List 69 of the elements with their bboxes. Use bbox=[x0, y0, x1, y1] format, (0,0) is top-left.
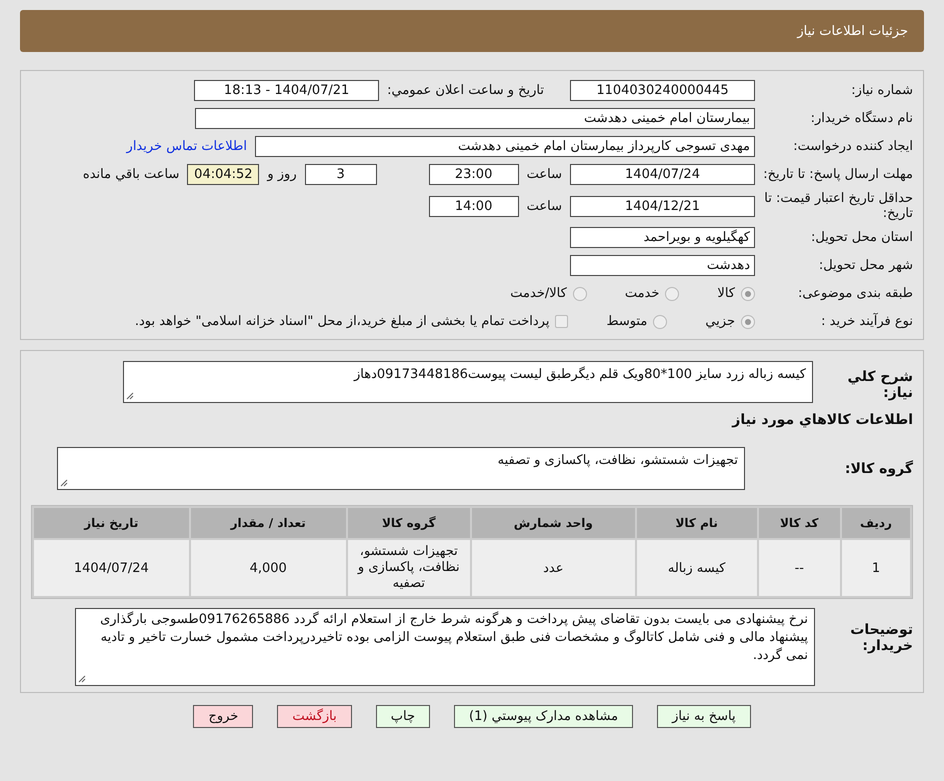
action-button[interactable]: چاپ bbox=[376, 705, 430, 728]
goods-group-field: تجهیزات شستشو، نظافت، پاکسازی و تصفیه bbox=[57, 447, 745, 490]
radio-button[interactable] bbox=[653, 314, 668, 328]
option-label: خدمت bbox=[624, 286, 660, 301]
field-label: طبقه بندی موضوعی: bbox=[796, 286, 913, 301]
checkbox[interactable] bbox=[555, 315, 568, 328]
field-label: استان محل تحویل: bbox=[810, 230, 913, 245]
field-label: ساعت باقي مانده bbox=[82, 167, 180, 182]
page-title: جزئیات اطلاعات نیاز bbox=[797, 24, 908, 38]
table-cell: -- bbox=[758, 540, 840, 596]
field-label: ساعت bbox=[526, 198, 562, 214]
table-cell: کیسه زباله bbox=[636, 540, 757, 596]
deadline-time-field: 23:00 bbox=[428, 164, 519, 185]
deadline-date-field: 1404/07/24 bbox=[570, 164, 755, 185]
resize-grip-icon[interactable] bbox=[126, 392, 134, 400]
column-header: تاریخ نیاز bbox=[34, 508, 189, 538]
column-header: تعداد / مقدار bbox=[190, 508, 346, 538]
field-label: نام دستگاه خریدار: bbox=[810, 111, 913, 126]
option-label: متوسط bbox=[606, 314, 648, 329]
resize-grip-icon[interactable] bbox=[78, 675, 86, 683]
field-label: مهلت ارسال پاسخ: تا تاریخ: bbox=[763, 167, 913, 182]
field-label: توضیحات خریدار: bbox=[849, 622, 913, 654]
radio-button[interactable] bbox=[741, 314, 755, 328]
table-cell: تجهیزات شستشو، نظافت، پاکسازی و تصفیه bbox=[348, 540, 470, 596]
notes-field: نرخ پیشنهادی می بایست بدون تقاضای پیش پرداخت و هرگونه شرط خارج از استعلام ارائه گردد 09176265886طسوجی بارگذاری پیشنهاد مالی و فنی شامل کاتالوگ و مشخصات فنی طبق استعلام پیوست الزامی بوده تاخیردرپرداخت مشمول خسارت تاخیر و تادیه نمی گردد. bbox=[75, 608, 815, 686]
field-label: حداقل تاریخ اعتبار قیمت: تا تاریخ: bbox=[763, 191, 913, 221]
buyer-contact-link[interactable]: اطلاعات تماس خریدار bbox=[126, 139, 247, 154]
field-label: شماره نیاز: bbox=[850, 83, 913, 98]
table-cell: 4,000 bbox=[190, 540, 346, 596]
option-label: كالا/خدمت bbox=[510, 286, 567, 301]
validity-date-field: 1404/12/21 bbox=[570, 196, 755, 216]
section-heading: اطلاعات كالاهاي مورد نياز bbox=[730, 412, 913, 428]
column-header: گروه کالا bbox=[348, 508, 470, 538]
option-label: پرداخت تمام یا بخشی از مبلغ خرید،از محل "اسناد خزانه اسلامی" خواهد بود. bbox=[134, 314, 550, 329]
validity-time-field: 14:00 bbox=[428, 196, 519, 216]
announce-date-field: 1404/07/21 - 18:13 bbox=[194, 80, 380, 101]
field-label: گروه کالا: bbox=[844, 460, 913, 476]
column-header: ردیف bbox=[842, 508, 910, 538]
field-label: ایجاد کننده درخواست: bbox=[792, 139, 913, 154]
summary-field: كيسه زباله زرد سايز 100*80ویک قلم دیگرطبق لیست پیوست09173448186دهاز bbox=[123, 361, 813, 403]
column-header: نام کالا bbox=[636, 508, 757, 538]
field-label: تاریخ و ساعت اعلان عمومي: bbox=[387, 83, 544, 98]
city-field: دهدشت bbox=[570, 255, 755, 276]
field-label: ساعت bbox=[526, 167, 562, 182]
field-label: شرح كلي نياز: bbox=[846, 369, 913, 401]
remaining-time-field: 04:04:52 bbox=[187, 164, 260, 185]
option-label: كالا bbox=[717, 286, 735, 301]
action-button[interactable]: مشاهده مدارک پیوستي (1) bbox=[454, 705, 634, 728]
need-number-field: 1104030240000445 bbox=[570, 80, 755, 101]
action-button[interactable]: بازگشت bbox=[277, 705, 352, 728]
column-header: کد کالا bbox=[758, 508, 840, 538]
creator-field: مهدی تسوجی کارپرداز بیمارستان امام خمینی دهدشت bbox=[255, 136, 755, 157]
field-label: شهر محل تحویل: bbox=[818, 258, 913, 273]
radio-button[interactable] bbox=[665, 286, 680, 300]
buyer-field: بیمارستان امام خمینی دهدشت bbox=[195, 108, 755, 129]
resize-grip-icon[interactable] bbox=[60, 479, 68, 487]
field-label: روز و bbox=[267, 167, 297, 182]
action-button[interactable]: خروج bbox=[193, 705, 254, 728]
radio-button[interactable] bbox=[741, 286, 755, 300]
radio-button[interactable] bbox=[572, 286, 587, 300]
table-cell: 1404/07/24 bbox=[34, 540, 189, 596]
table-cell: عدد bbox=[472, 540, 635, 596]
column-header: واحد شمارش bbox=[472, 508, 635, 538]
days-field: 3 bbox=[304, 164, 377, 185]
table-cell: 1 bbox=[842, 540, 910, 596]
action-button[interactable]: پاسخ به نیاز bbox=[657, 705, 751, 728]
province-field: کهگیلویه و بویراحمد bbox=[570, 227, 755, 248]
field-label: نوع فرآیند خرید : bbox=[820, 314, 913, 329]
option-label: جزيي bbox=[705, 314, 735, 329]
